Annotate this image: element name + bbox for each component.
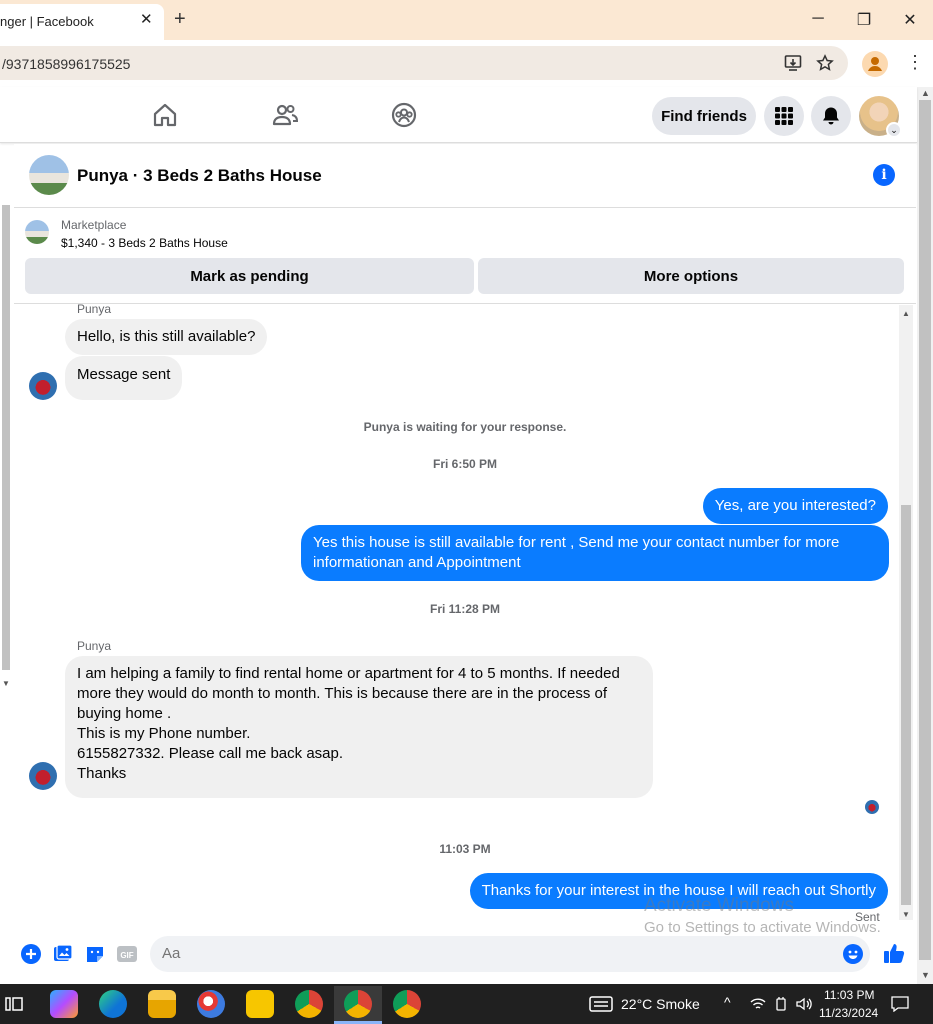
sticker-icon[interactable]: [85, 944, 105, 964]
page-scrollbar-thumb[interactable]: [919, 100, 931, 960]
grid-icon: [775, 107, 793, 125]
wifi-icon[interactable]: [750, 996, 766, 1012]
activate-windows-watermark: Activate Windows: [644, 895, 794, 916]
browser-menu-icon[interactable]: ⋮: [906, 52, 924, 72]
edge-app-icon[interactable]: [99, 990, 127, 1018]
marketplace-item-title[interactable]: $1,340 - 3 Beds 2 Baths House: [61, 236, 228, 250]
restore-icon[interactable]: ❐: [854, 10, 874, 30]
battery-plug-icon[interactable]: [773, 996, 789, 1012]
listing-avatar[interactable]: [29, 155, 69, 195]
thread-scrollbar-thumb[interactable]: [901, 505, 911, 905]
minimize-icon[interactable]: ─: [808, 10, 828, 28]
waiting-note: Punya is waiting for your response.: [363, 420, 567, 434]
menu-grid-button[interactable]: [764, 96, 804, 136]
install-app-icon[interactable]: [784, 54, 802, 72]
incoming-message[interactable]: I am helping a family to find rental hom…: [65, 656, 653, 798]
friends-icon[interactable]: [271, 101, 299, 129]
divider: [14, 303, 916, 304]
more-options-button[interactable]: More options: [478, 258, 904, 294]
message-text: Message sent: [77, 366, 171, 383]
tray-chevron-up-icon[interactable]: ^: [724, 994, 731, 1010]
find-friends-button[interactable]: Find friends: [652, 97, 756, 135]
tab-title: nger | Facebook: [0, 14, 94, 29]
mark-as-pending-button[interactable]: Mark as pending: [25, 258, 474, 294]
timestamp: Fri 11:28 PM: [429, 602, 501, 616]
like-thumb-icon[interactable]: [883, 942, 905, 964]
volume-icon[interactable]: [795, 996, 813, 1012]
info-icon[interactable]: i: [873, 164, 895, 186]
bell-icon: [823, 107, 839, 125]
incoming-message[interactable]: Hello, is this still available?: [65, 319, 268, 355]
thread-scroll-up-icon[interactable]: ▲: [902, 309, 910, 318]
emoji-icon[interactable]: [843, 944, 863, 964]
weather-text[interactable]: 22°C Smoke: [621, 996, 700, 1012]
chrome-profile-b-icon[interactable]: [393, 990, 421, 1018]
paint-app-icon[interactable]: [197, 990, 225, 1018]
plus-circle-icon[interactable]: [21, 944, 41, 964]
gif-icon[interactable]: GIF: [117, 944, 137, 964]
sender-avatar[interactable]: [29, 762, 57, 790]
page-scroll-down-icon[interactable]: ▼: [921, 970, 930, 980]
incoming-message[interactable]: Message sent: [65, 356, 183, 400]
chrome-profile-a-icon[interactable]: [295, 990, 323, 1018]
activate-windows-hint: Go to Settings to activate Windows.: [644, 919, 881, 936]
conversation-title[interactable]: Punya · 3 Beds 2 Baths House: [77, 166, 322, 186]
thread-scroll-down-icon[interactable]: ▼: [902, 910, 910, 919]
page-scroll-up-icon[interactable]: ▲: [921, 88, 930, 98]
bookmark-star-icon[interactable]: [816, 54, 834, 72]
groups-icon[interactable]: [390, 101, 418, 129]
copilot-app-icon[interactable]: [50, 990, 78, 1018]
seen-receipt-avatar: [865, 800, 879, 814]
message-text: Yes this house is still available for re…: [313, 534, 840, 571]
message-text: Hello, is this still available?: [77, 328, 256, 345]
sender-name: Punya: [77, 302, 112, 316]
file-explorer-icon[interactable]: [148, 990, 176, 1018]
new-tab-button[interactable]: +: [174, 8, 186, 31]
clock-date[interactable]: 11/23/2024: [819, 1006, 878, 1020]
window-close-icon[interactable]: ✕: [900, 10, 920, 30]
sender-avatar[interactable]: [29, 372, 57, 400]
message-line: I am helping a family to find rental hom…: [77, 665, 620, 722]
message-text: Yes, are you interested?: [714, 497, 876, 514]
outgoing-message[interactable]: Yes this house is still available for re…: [301, 525, 889, 581]
chrome-active-icon[interactable]: [344, 990, 372, 1018]
message-line: This is my Phone number.: [77, 725, 251, 742]
notification-center-icon[interactable]: [891, 996, 909, 1012]
timestamp: Fri 6:50 PM: [432, 457, 498, 471]
weather-icon[interactable]: [589, 995, 613, 1013]
message-input[interactable]: [162, 945, 822, 962]
home-icon[interactable]: [151, 101, 179, 129]
left-panel-scrollbar-thumb[interactable]: [2, 205, 10, 670]
clock-time[interactable]: 11:03 PM: [824, 988, 874, 1002]
message-line: Thanks: [77, 765, 127, 782]
left-scroll-down-icon[interactable]: ▼: [2, 679, 10, 688]
outgoing-message[interactable]: Yes, are you interested?: [702, 488, 888, 524]
task-view-icon[interactable]: [4, 994, 24, 1014]
timestamp: 11:03 PM: [439, 842, 491, 856]
photo-icon[interactable]: [53, 944, 73, 964]
marketplace-listing-thumbnail[interactable]: [25, 220, 49, 244]
account-chevron-down-icon[interactable]: ⌄: [886, 122, 902, 138]
message-line: 6155827332. Please call me back asap.: [77, 745, 344, 762]
url-text[interactable]: /9371858996175525: [2, 56, 130, 72]
notifications-button[interactable]: [811, 96, 851, 136]
sticky-notes-icon[interactable]: [246, 990, 274, 1018]
browser-profile-icon[interactable]: [862, 51, 888, 77]
sender-name: Punya: [77, 639, 112, 653]
windows-taskbar: [0, 984, 933, 1024]
marketplace-label: Marketplace: [61, 218, 127, 232]
tab-close-icon[interactable]: ✕: [140, 10, 153, 28]
svg-text:GIF: GIF: [120, 951, 133, 960]
message-composer[interactable]: [150, 936, 870, 972]
